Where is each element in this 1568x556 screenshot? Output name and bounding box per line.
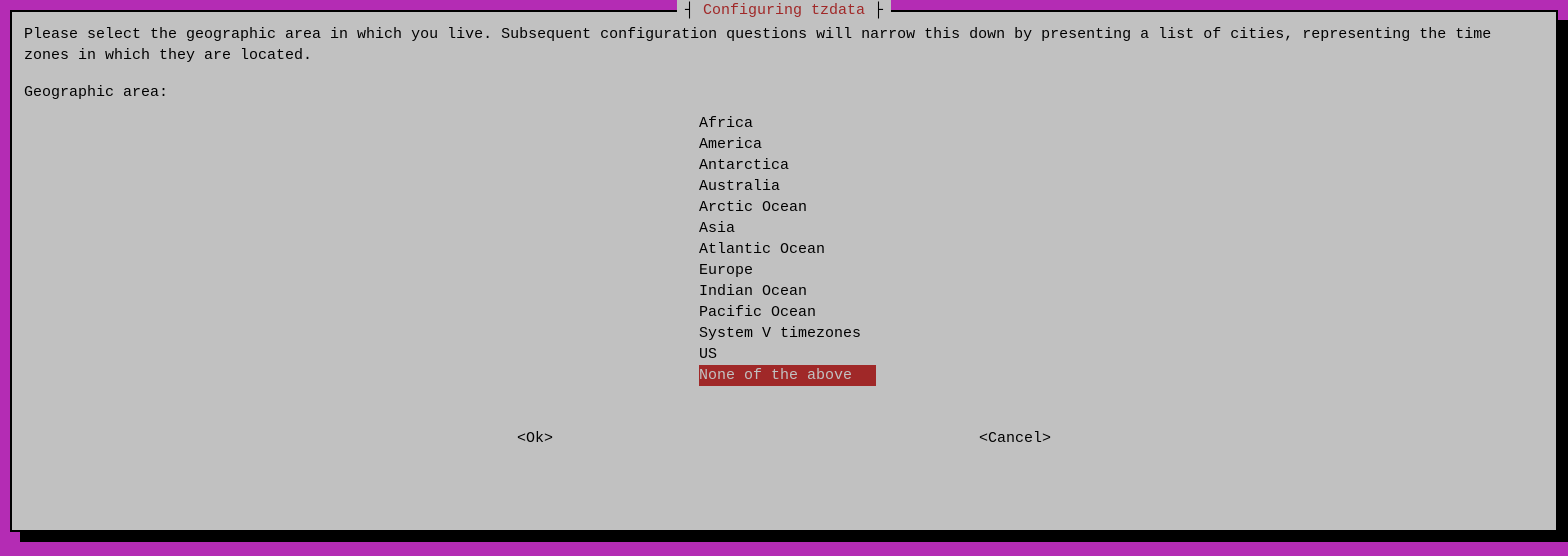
list-item[interactable]: Indian Ocean (699, 281, 807, 302)
list-item[interactable]: Australia (699, 176, 780, 197)
list-item[interactable]: Atlantic Ocean (699, 239, 825, 260)
list-item[interactable]: Antarctica (699, 155, 789, 176)
dialog-title-bar: ┤ Configuring tzdata ├ (677, 0, 891, 21)
ok-button[interactable]: <Ok> (517, 428, 553, 449)
button-row: <Ok> <Cancel> (24, 428, 1544, 449)
list-item[interactable]: Europe (699, 260, 753, 281)
list-item[interactable]: Arctic Ocean (699, 197, 807, 218)
geographic-area-list[interactable]: Africa America Antarctica Australia Arct… (699, 113, 1544, 386)
dialog-title-text: Configuring tzdata (703, 2, 865, 19)
list-item[interactable]: Asia (699, 218, 735, 239)
field-label: Geographic area: (24, 82, 1544, 103)
title-bracket-left: ┤ (685, 2, 703, 19)
list-item[interactable]: Pacific Ocean (699, 302, 816, 323)
list-item[interactable]: America (699, 134, 762, 155)
cancel-button[interactable]: <Cancel> (979, 428, 1051, 449)
title-bracket-right: ├ (865, 2, 883, 19)
list-item[interactable]: US (699, 344, 717, 365)
config-dialog: ┤ Configuring tzdata ├ Please select the… (10, 10, 1558, 532)
list-item[interactable]: Africa (699, 113, 753, 134)
list-item[interactable]: System V timezones (699, 323, 861, 344)
prompt-text: Please select the geographic area in whi… (24, 24, 1544, 66)
dialog-container: ┤ Configuring tzdata ├ Please select the… (10, 10, 1558, 532)
list-item-selected[interactable]: None of the above (699, 365, 876, 386)
